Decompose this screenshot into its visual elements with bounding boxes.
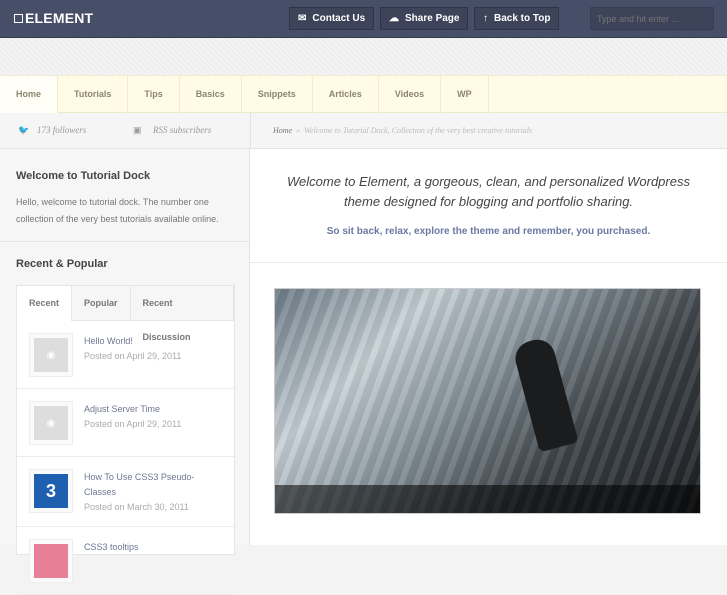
button-label: Back to Top xyxy=(494,13,551,24)
search-input[interactable] xyxy=(590,7,714,30)
placeholder-image-icon: ◉ xyxy=(34,406,68,440)
share-icon: ☁ xyxy=(389,13,399,24)
welcome-title: Welcome to Tutorial Dock xyxy=(16,170,151,182)
recent-popular-title: Recent & Popular xyxy=(16,258,108,270)
list-item[interactable]: ◉ Hello World! Posted on April 29, 2011 xyxy=(17,321,234,389)
tagline: So sit back, relax, explore the theme an… xyxy=(326,226,651,237)
rss-link[interactable]: RSS subscribers xyxy=(153,125,211,135)
css3-logo-icon: 3 xyxy=(34,474,68,508)
post-title[interactable]: How To Use CSS3 Pseudo-Classes xyxy=(84,470,214,500)
logo-text: ELEMENT xyxy=(25,10,94,26)
sidebar: Welcome to Tutorial Dock Hello, welcome … xyxy=(0,149,250,595)
main-content: Welcome to Element, a gorgeous, clean, a… xyxy=(250,149,727,545)
button-label: Share Page xyxy=(405,13,460,24)
logo-icon xyxy=(14,14,23,23)
intro-text: Welcome to Element, a gorgeous, clean, a… xyxy=(287,174,690,209)
divider xyxy=(250,113,251,149)
post-date: Posted on April 29, 2011 xyxy=(84,351,182,361)
breadcrumb-separator: » xyxy=(296,126,301,135)
nav-articles[interactable]: Articles xyxy=(313,76,379,113)
post-date: Posted on March 30, 2011 xyxy=(84,502,189,512)
mail-icon: ✉ xyxy=(298,13,307,24)
post-title[interactable]: Hello World! xyxy=(84,334,214,349)
featured-image[interactable] xyxy=(274,288,701,514)
nav-wp[interactable]: WP xyxy=(441,76,489,113)
logo[interactable]: ELEMENT xyxy=(14,10,93,26)
tab-popular[interactable]: Popular xyxy=(72,286,131,320)
thumbnail: ◉ xyxy=(29,401,73,445)
sub-bar: 🐦 173 followers ▣ RSS subscribers Home »… xyxy=(0,113,727,149)
breadcrumb-home[interactable]: Home xyxy=(273,126,292,135)
list-item[interactable]: 3 How To Use CSS3 Pseudo-Classes Posted on… xyxy=(17,457,234,527)
placeholder-image-icon: ◉ xyxy=(34,338,68,372)
divider xyxy=(250,262,727,263)
pattern-band xyxy=(0,38,727,75)
rss-icon: ▣ xyxy=(133,125,142,135)
breadcrumb: Home » Welcome to Tutorial Dock, Collect… xyxy=(273,126,532,135)
thumbnail xyxy=(29,539,73,583)
post-title[interactable]: Adjust Server Time xyxy=(84,402,214,417)
post-date: Posted on April 29, 2011 xyxy=(84,419,182,429)
nav-videos[interactable]: Videos xyxy=(379,76,442,113)
post-title[interactable]: CSS3 tooltips xyxy=(84,540,214,555)
nav-tips[interactable]: Tips xyxy=(128,76,180,113)
nav-home[interactable]: Home xyxy=(0,76,59,113)
nav-tutorials[interactable]: Tutorials xyxy=(58,76,129,113)
back-to-top-button[interactable]: ↑ Back to Top xyxy=(474,7,560,30)
thumbnail: 3 xyxy=(29,469,73,513)
arrow-up-icon: ↑ xyxy=(483,13,488,24)
nav-basics[interactable]: Basics xyxy=(180,76,242,113)
twitter-icon: 🐦 xyxy=(18,125,30,135)
image-caption-bar xyxy=(275,485,700,513)
tab-recent-discussion[interactable]: Recent Discussion xyxy=(131,286,234,342)
recent-popular-widget: Recent Popular Recent Discussion ◉ Hello … xyxy=(16,285,235,595)
main-nav: Home Tutorials Tips Basics Snippets Arti… xyxy=(0,75,727,113)
divider xyxy=(0,241,249,242)
tab-recent[interactable]: Recent xyxy=(17,286,73,321)
thumbnail: ◉ xyxy=(29,333,73,377)
list-item[interactable]: ◉ Adjust Server Time Posted on April 29, 2… xyxy=(17,389,234,457)
thumbnail-image xyxy=(34,544,68,578)
header: ELEMENT ✉ Contact Us ☁ Share Page ↑ Back to… xyxy=(0,0,727,38)
followers-link[interactable]: 173 followers xyxy=(37,125,86,135)
list-item[interactable]: CSS3 tooltips xyxy=(17,527,234,595)
welcome-text: Hello, welcome to tutorial dock. The num… xyxy=(16,197,219,224)
contact-us-button[interactable]: ✉ Contact Us xyxy=(289,7,375,30)
nav-snippets[interactable]: Snippets xyxy=(242,76,313,113)
breadcrumb-current: Welcome to Tutorial Dock, Collection of … xyxy=(304,126,533,135)
button-label: Contact Us xyxy=(312,13,366,24)
share-page-button[interactable]: ☁ Share Page xyxy=(380,7,469,30)
